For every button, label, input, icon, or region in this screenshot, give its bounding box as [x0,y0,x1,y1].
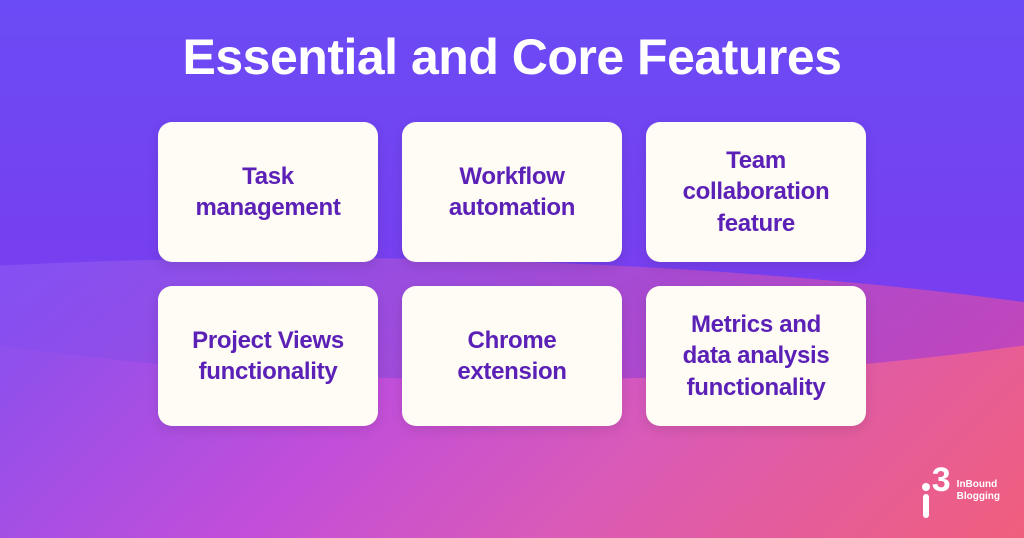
features-grid: Task management Workflow automation Team… [158,122,866,426]
feature-card-project-views: Project Views functionality [158,286,378,426]
brand-logo: 3 InBound Blogging [922,463,1000,518]
feature-card-task-management: Task management [158,122,378,262]
logo-letter-b-icon: 3 [932,463,951,497]
logo-mark-icon: 3 [922,463,951,518]
feature-card-chrome-extension: Chrome extension [402,286,622,426]
page-title: Essential and Core Features [183,28,842,86]
feature-card-metrics-analysis: Metrics and data analysis functionality [646,286,866,426]
feature-label: Metrics and data analysis functionality [666,309,846,403]
logo-text: InBound Blogging [957,479,1000,503]
logo-text-line1: InBound [957,479,1000,491]
content-container: Essential and Core Features Task managem… [0,0,1024,538]
feature-label: Team collaboration feature [666,145,846,239]
feature-label: Task management [178,161,358,223]
feature-label: Chrome extension [422,325,602,387]
feature-label: Project Views functionality [178,325,358,387]
feature-label: Workflow automation [422,161,602,223]
logo-text-line2: Blogging [957,491,1000,503]
feature-card-workflow-automation: Workflow automation [402,122,622,262]
logo-letter-i-icon [922,483,930,518]
feature-card-team-collaboration: Team collaboration feature [646,122,866,262]
